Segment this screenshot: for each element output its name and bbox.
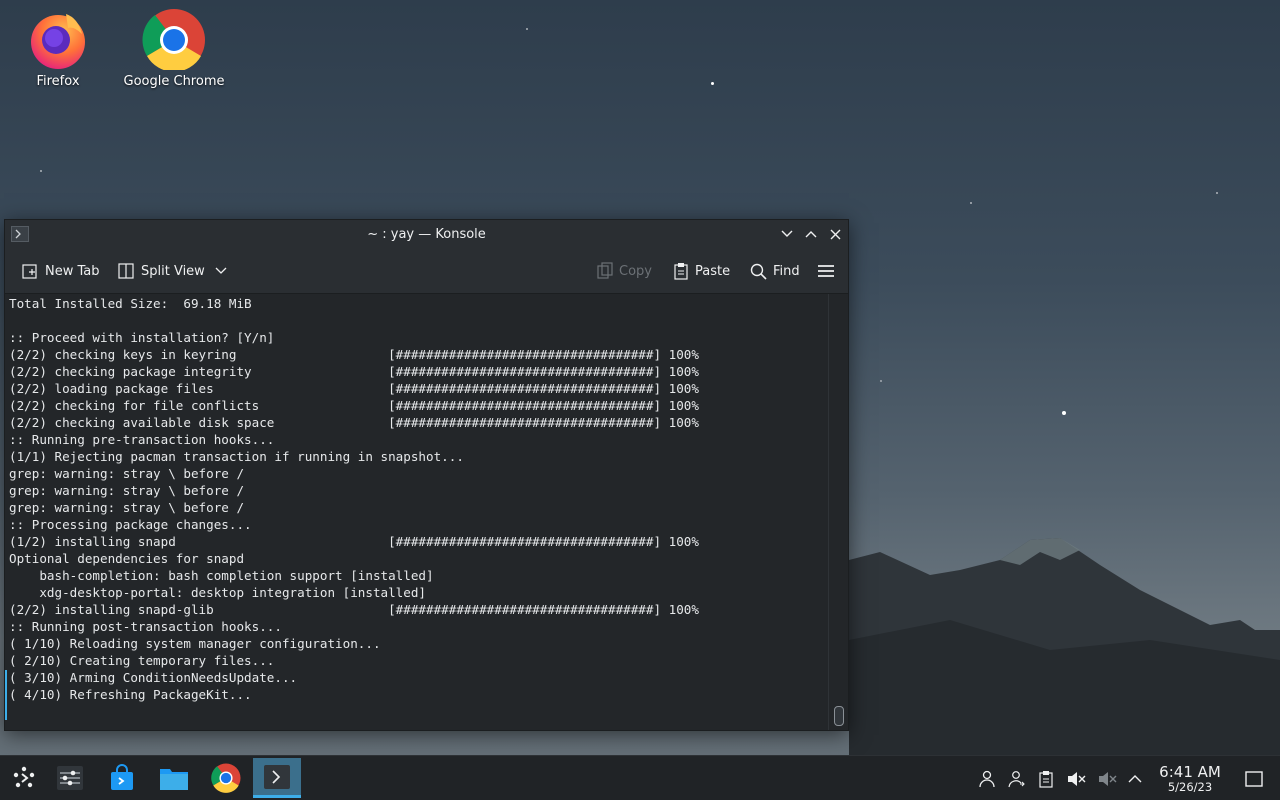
terminal-line: grep: warning: stray \ before /	[9, 500, 245, 515]
taskbar: 6:41 AM 5/26/23	[0, 755, 1280, 800]
clock-date: 5/26/23	[1167, 780, 1213, 794]
tray-microphone-button[interactable]	[1096, 768, 1118, 790]
tray-volume-button[interactable]	[1065, 768, 1087, 790]
terminal-line: :: Running pre-transaction hooks...	[9, 432, 275, 447]
find-button[interactable]: Find	[750, 260, 800, 282]
user-switch-icon	[1008, 771, 1025, 788]
terminal-line: (2/2) checking available disk space [###…	[9, 415, 699, 430]
clock-time: 6:41 AM	[1159, 763, 1221, 781]
firefox-icon	[31, 14, 85, 69]
konsole-taskbar-button[interactable]	[253, 758, 301, 798]
new-tab-button[interactable]: New Tab	[21, 260, 100, 282]
terminal-line: :: Processing package changes...	[9, 517, 252, 532]
discover-store-button[interactable]	[98, 758, 146, 798]
terminal-line: :: Running post-transaction hooks...	[9, 619, 282, 634]
terminal-line: (1/2) installing snapd [################…	[9, 534, 699, 549]
maximize-button[interactable]	[801, 224, 821, 244]
terminal-text: Total Installed Size: 69.18 MiB :: Proce…	[5, 294, 829, 703]
paste-label: Paste	[695, 263, 731, 279]
paste-button[interactable]: Paste	[673, 260, 730, 282]
terminal-line: (2/2) loading package files [###########…	[9, 381, 699, 396]
konsole-window[interactable]: ~ : yay — Konsole New Tab Split View Cop…	[4, 219, 849, 731]
split-view-icon	[118, 263, 134, 279]
scrollbar-thumb[interactable]	[834, 706, 844, 726]
google-chrome-icon	[142, 9, 205, 70]
find-label: Find	[773, 263, 800, 279]
tray-user-icon-button[interactable]	[976, 768, 998, 790]
split-view-label: Split View	[141, 263, 205, 279]
konsole-app-icon[interactable]	[11, 226, 29, 242]
microphone-muted-icon	[1099, 772, 1117, 786]
application-launcher-button[interactable]	[0, 758, 48, 798]
hamburger-menu-icon	[818, 265, 834, 277]
terminal-line: (2/2) checking keys in keyring [########…	[9, 347, 699, 362]
terminal-line: xdg-desktop-portal: desktop integration …	[9, 585, 427, 600]
desktop-background: Firefox Google Chrome ~ : yay — Konsole	[0, 0, 1280, 800]
file-manager-button[interactable]	[150, 758, 198, 798]
window-titlebar[interactable]: ~ : yay — Konsole	[5, 220, 848, 248]
terminal-output[interactable]: Total Installed Size: 69.18 MiB :: Proce…	[5, 294, 829, 730]
terminal-line: (2/2) checking for file conflicts [#####…	[9, 398, 699, 413]
volume-muted-icon	[1068, 772, 1086, 786]
close-icon	[830, 229, 840, 239]
show-desktop-button[interactable]	[1243, 768, 1265, 790]
terminal-line: grep: warning: stray \ before /	[9, 483, 245, 498]
terminal-line: ( 4/10) Refreshing PackageKit...	[9, 687, 252, 702]
chevron-down-icon	[781, 230, 793, 237]
close-button[interactable]	[825, 224, 845, 244]
system-settings-button[interactable]	[46, 758, 94, 798]
system-settings-icon	[57, 766, 83, 790]
chevron-up-icon	[1128, 775, 1142, 783]
paste-icon	[674, 263, 688, 280]
terminal-line: (1/1) Rejecting pacman transaction if ru…	[9, 449, 464, 464]
copy-label: Copy	[619, 263, 652, 279]
terminal-line: Total Installed Size: 69.18 MiB	[9, 296, 252, 311]
hamburger-menu-button[interactable]	[817, 260, 835, 282]
desktop-icon-label: Firefox	[36, 74, 80, 89]
search-icon	[750, 263, 767, 280]
tray-kde-connect-button[interactable]	[1006, 768, 1028, 790]
konsole-icon	[264, 764, 290, 789]
desktop-icon-label: Google Chrome	[123, 74, 225, 89]
copy-icon	[597, 262, 613, 279]
terminal-line: grep: warning: stray \ before /	[9, 466, 245, 481]
window-toolbar: New Tab Split View Copy Paste Find	[5, 248, 848, 294]
terminal-line: ( 2/10) Creating temporary files...	[9, 653, 275, 668]
terminal-line: (2/2) checking package integrity [######…	[9, 364, 699, 379]
tray-expand-button[interactable]	[1124, 768, 1146, 790]
file-manager-icon	[160, 769, 188, 790]
application-launcher-icon	[13, 766, 35, 788]
chevron-up-icon	[805, 231, 817, 238]
terminal-line: Optional dependencies for snapd	[9, 551, 245, 566]
user-icon	[979, 770, 995, 788]
terminal-line: ( 3/10) Arming ConditionNeedsUpdate...	[9, 670, 298, 685]
terminal-scrollbar[interactable]	[828, 294, 848, 730]
new-tab-label: New Tab	[45, 263, 100, 279]
desktop-icon-google-chrome[interactable]: Google Chrome	[119, 6, 229, 89]
discover-store-icon	[111, 764, 133, 790]
show-desktop-icon	[1245, 771, 1263, 787]
terminal-line: (2/2) installing snapd-glib [###########…	[9, 602, 699, 617]
chevron-down-icon	[215, 267, 227, 274]
minimize-button[interactable]	[777, 224, 797, 244]
terminal-line: :: Proceed with installation? [Y/n]	[9, 330, 275, 345]
desktop-icon-firefox[interactable]: Firefox	[3, 6, 113, 89]
clipboard-icon	[1039, 771, 1053, 788]
google-chrome-taskbar-button[interactable]	[202, 758, 250, 798]
terminal-line: ( 1/10) Reloading system manager configu…	[9, 636, 381, 651]
digital-clock[interactable]: 6:41 AM 5/26/23	[1150, 764, 1230, 794]
split-view-button[interactable]: Split View	[117, 260, 227, 282]
copy-button[interactable]: Copy	[597, 260, 652, 282]
new-tab-icon	[22, 264, 37, 279]
window-title: ~ : yay — Konsole	[367, 226, 486, 242]
terminal-line: bash-completion: bash completion support…	[9, 568, 434, 583]
tray-clipboard-button[interactable]	[1035, 768, 1057, 790]
terminal-focus-marker	[5, 670, 7, 720]
google-chrome-icon	[211, 763, 241, 793]
